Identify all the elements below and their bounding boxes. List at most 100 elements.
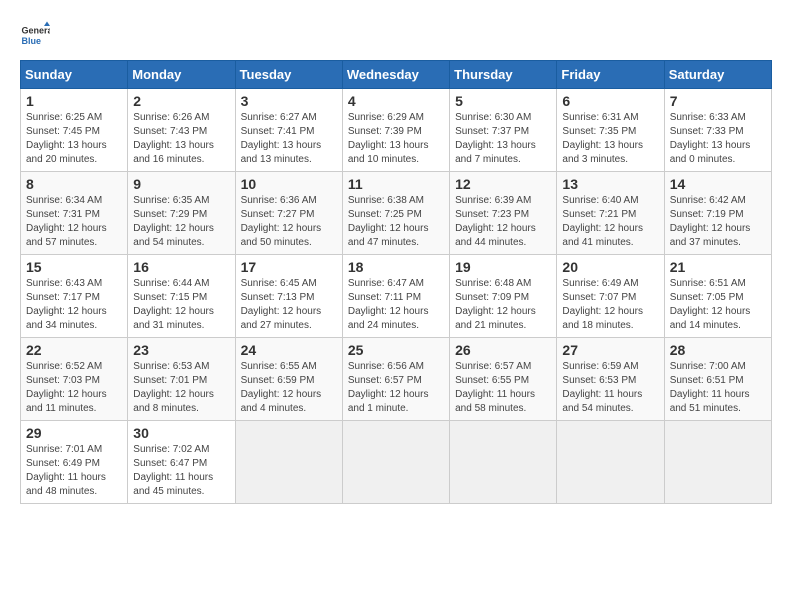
day-number: 7 (670, 93, 766, 109)
day-info: Sunrise: 6:36 AMSunset: 7:27 PMDaylight:… (241, 194, 337, 250)
day-info: Sunrise: 7:02 AMSunset: 6:47 PMDaylight:… (133, 443, 229, 499)
weekday-header: Monday (128, 61, 235, 89)
page-header: General Blue (20, 20, 772, 50)
weekday-header-row: SundayMondayTuesdayWednesdayThursdayFrid… (21, 61, 772, 89)
day-info: Sunrise: 6:55 AMSunset: 6:59 PMDaylight:… (241, 360, 337, 416)
calendar-week-row: 22 Sunrise: 6:52 AMSunset: 7:03 PMDayligh… (21, 338, 772, 421)
day-number: 15 (26, 259, 122, 275)
calendar-cell: 4 Sunrise: 6:29 AMSunset: 7:39 PMDaylight… (342, 89, 449, 172)
calendar-cell: 23 Sunrise: 6:53 AMSunset: 7:01 PMDayligh… (128, 338, 235, 421)
calendar-cell: 15 Sunrise: 6:43 AMSunset: 7:17 PMDayligh… (21, 255, 128, 338)
calendar-cell: 9 Sunrise: 6:35 AMSunset: 7:29 PMDaylight… (128, 172, 235, 255)
day-info: Sunrise: 6:30 AMSunset: 7:37 PMDaylight:… (455, 111, 551, 167)
calendar-cell: 8Sunrise: 6:34 AMSunset: 7:31 PMDaylight… (21, 172, 128, 255)
calendar-cell: 11 Sunrise: 6:38 AMSunset: 7:25 PMDayligh… (342, 172, 449, 255)
day-number: 24 (241, 342, 337, 358)
day-number: 30 (133, 425, 229, 441)
calendar-cell: 16 Sunrise: 6:44 AMSunset: 7:15 PMDayligh… (128, 255, 235, 338)
day-info: Sunrise: 6:42 AMSunset: 7:19 PMDaylight:… (670, 194, 766, 250)
day-info: Sunrise: 6:53 AMSunset: 7:01 PMDaylight:… (133, 360, 229, 416)
day-info: Sunrise: 6:59 AMSunset: 6:53 PMDaylight:… (562, 360, 658, 416)
day-info: Sunrise: 6:35 AMSunset: 7:29 PMDaylight:… (133, 194, 229, 250)
day-number: 18 (348, 259, 444, 275)
calendar-cell: 30 Sunrise: 7:02 AMSunset: 6:47 PMDayligh… (128, 421, 235, 504)
day-number: 27 (562, 342, 658, 358)
calendar-week-row: 8Sunrise: 6:34 AMSunset: 7:31 PMDaylight… (21, 172, 772, 255)
day-number: 12 (455, 176, 551, 192)
day-info: Sunrise: 6:52 AMSunset: 7:03 PMDaylight:… (26, 360, 122, 416)
calendar-cell (235, 421, 342, 504)
calendar-cell: 18 Sunrise: 6:47 AMSunset: 7:11 PMDayligh… (342, 255, 449, 338)
day-number: 20 (562, 259, 658, 275)
day-number: 1 (26, 93, 122, 109)
day-info: Sunrise: 6:44 AMSunset: 7:15 PMDaylight:… (133, 277, 229, 333)
day-info: Sunrise: 6:49 AMSunset: 7:07 PMDaylight:… (562, 277, 658, 333)
calendar-cell: 7 Sunrise: 6:33 AMSunset: 7:33 PMDaylight… (664, 89, 771, 172)
day-info: Sunrise: 6:47 AMSunset: 7:11 PMDaylight:… (348, 277, 444, 333)
calendar-cell: 3 Sunrise: 6:27 AMSunset: 7:41 PMDaylight… (235, 89, 342, 172)
day-number: 23 (133, 342, 229, 358)
day-number: 13 (562, 176, 658, 192)
calendar-cell: 25Sunrise: 6:56 AMSunset: 6:57 PMDayligh… (342, 338, 449, 421)
day-info: Sunrise: 6:57 AMSunset: 6:55 PMDaylight:… (455, 360, 551, 416)
calendar-cell: 12Sunrise: 6:39 AMSunset: 7:23 PMDayligh… (450, 172, 557, 255)
day-number: 19 (455, 259, 551, 275)
day-info: Sunrise: 6:27 AMSunset: 7:41 PMDaylight:… (241, 111, 337, 167)
day-number: 14 (670, 176, 766, 192)
day-number: 28 (670, 342, 766, 358)
calendar-table: SundayMondayTuesdayWednesdayThursdayFrid… (20, 60, 772, 504)
day-number: 17 (241, 259, 337, 275)
calendar-cell: 29 Sunrise: 7:01 AMSunset: 6:49 PMDayligh… (21, 421, 128, 504)
day-info: Sunrise: 6:34 AMSunset: 7:31 PMDaylight:… (26, 194, 122, 250)
svg-text:General: General (22, 26, 51, 36)
day-number: 16 (133, 259, 229, 275)
calendar-cell (450, 421, 557, 504)
day-number: 3 (241, 93, 337, 109)
calendar-cell: 14 Sunrise: 6:42 AMSunset: 7:19 PMDayligh… (664, 172, 771, 255)
day-info: Sunrise: 6:51 AMSunset: 7:05 PMDaylight:… (670, 277, 766, 333)
day-info: Sunrise: 6:26 AMSunset: 7:43 PMDaylight:… (133, 111, 229, 167)
calendar-cell (664, 421, 771, 504)
day-info: Sunrise: 6:33 AMSunset: 7:33 PMDaylight:… (670, 111, 766, 167)
calendar-cell: 1 Sunrise: 6:25 AMSunset: 7:45 PMDaylight… (21, 89, 128, 172)
day-number: 21 (670, 259, 766, 275)
calendar-cell: 19Sunrise: 6:48 AMSunset: 7:09 PMDayligh… (450, 255, 557, 338)
day-number: 29 (26, 425, 122, 441)
calendar-cell: 24 Sunrise: 6:55 AMSunset: 6:59 PMDayligh… (235, 338, 342, 421)
day-info: Sunrise: 7:01 AMSunset: 6:49 PMDaylight:… (26, 443, 122, 499)
calendar-cell: 27 Sunrise: 6:59 AMSunset: 6:53 PMDayligh… (557, 338, 664, 421)
calendar-cell: 22 Sunrise: 6:52 AMSunset: 7:03 PMDayligh… (21, 338, 128, 421)
day-number: 5 (455, 93, 551, 109)
day-info: Sunrise: 6:31 AMSunset: 7:35 PMDaylight:… (562, 111, 658, 167)
day-number: 6 (562, 93, 658, 109)
calendar-cell: 13 Sunrise: 6:40 AMSunset: 7:21 PMDayligh… (557, 172, 664, 255)
day-info: Sunrise: 6:56 AMSunset: 6:57 PMDaylight:… (348, 360, 444, 416)
svg-text:Blue: Blue (22, 36, 42, 46)
day-info: Sunrise: 6:25 AMSunset: 7:45 PMDaylight:… (26, 111, 122, 167)
weekday-header: Saturday (664, 61, 771, 89)
day-info: Sunrise: 6:43 AMSunset: 7:17 PMDaylight:… (26, 277, 122, 333)
calendar-cell: 21 Sunrise: 6:51 AMSunset: 7:05 PMDayligh… (664, 255, 771, 338)
day-number: 11 (348, 176, 444, 192)
logo: General Blue (20, 20, 50, 50)
calendar-cell: 20 Sunrise: 6:49 AMSunset: 7:07 PMDayligh… (557, 255, 664, 338)
calendar-cell: 5 Sunrise: 6:30 AMSunset: 7:37 PMDaylight… (450, 89, 557, 172)
weekday-header: Thursday (450, 61, 557, 89)
day-info: Sunrise: 6:29 AMSunset: 7:39 PMDaylight:… (348, 111, 444, 167)
calendar-week-row: 15 Sunrise: 6:43 AMSunset: 7:17 PMDayligh… (21, 255, 772, 338)
day-number: 22 (26, 342, 122, 358)
calendar-cell: 10 Sunrise: 6:36 AMSunset: 7:27 PMDayligh… (235, 172, 342, 255)
day-info: Sunrise: 6:45 AMSunset: 7:13 PMDaylight:… (241, 277, 337, 333)
day-number: 10 (241, 176, 337, 192)
calendar-cell: 28Sunrise: 7:00 AMSunset: 6:51 PMDayligh… (664, 338, 771, 421)
calendar-week-row: 29 Sunrise: 7:01 AMSunset: 6:49 PMDayligh… (21, 421, 772, 504)
day-number: 4 (348, 93, 444, 109)
day-info: Sunrise: 6:38 AMSunset: 7:25 PMDaylight:… (348, 194, 444, 250)
weekday-header: Tuesday (235, 61, 342, 89)
calendar-cell: 26 Sunrise: 6:57 AMSunset: 6:55 PMDayligh… (450, 338, 557, 421)
weekday-header: Sunday (21, 61, 128, 89)
day-info: Sunrise: 6:40 AMSunset: 7:21 PMDaylight:… (562, 194, 658, 250)
calendar-cell: 17 Sunrise: 6:45 AMSunset: 7:13 PMDayligh… (235, 255, 342, 338)
day-number: 9 (133, 176, 229, 192)
day-number: 26 (455, 342, 551, 358)
